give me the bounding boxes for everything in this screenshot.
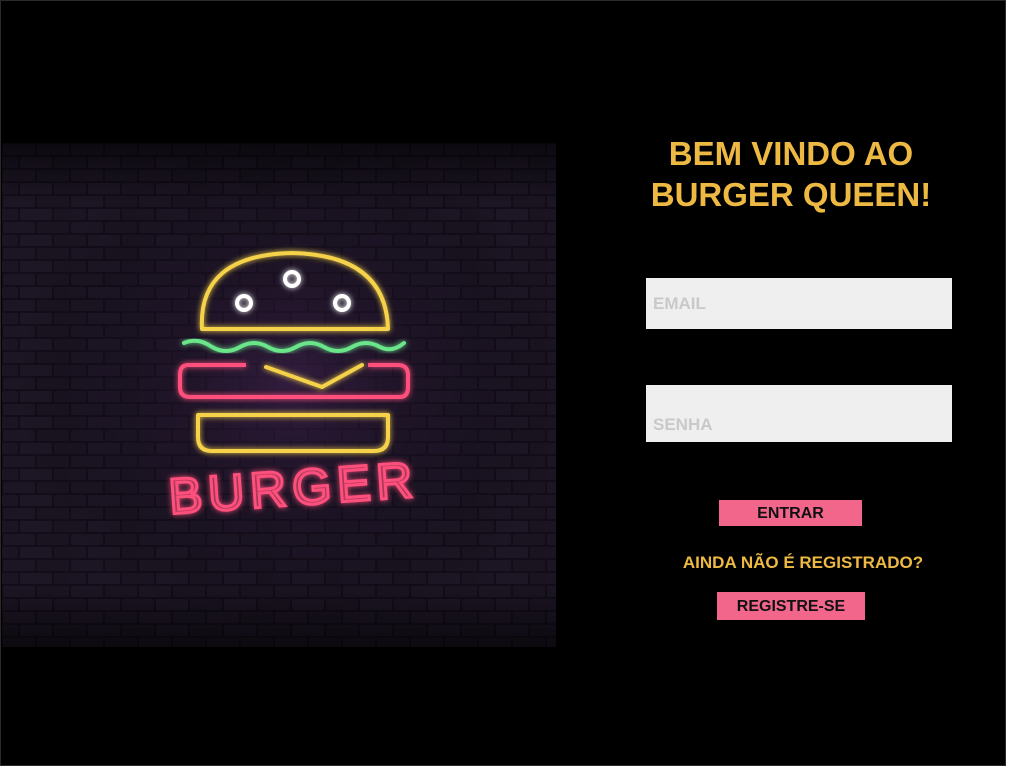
password-input[interactable] (646, 385, 952, 442)
welcome-title-line2: BURGER QUEEN! (650, 176, 932, 213)
enter-button[interactable]: ENTRAR (719, 500, 862, 526)
email-input[interactable] (646, 278, 952, 329)
welcome-title: BEM VINDO AO BURGER QUEEN! (621, 133, 961, 215)
not-registered-text: AINDA NÃO É REGISTRADO? (682, 553, 924, 572)
register-button[interactable]: REGISTRE-SE (717, 592, 865, 620)
neon-burger-image: BURGER (2, 143, 556, 647)
page-gutter (1006, 0, 1024, 768)
neon-burger-illustration: BURGER (2, 143, 556, 647)
welcome-title-line1: BEM VINDO AO (668, 135, 914, 172)
app-window: BURGER BEM VINDO AO BURGER QUEEN! ENTRAR… (0, 0, 1006, 766)
